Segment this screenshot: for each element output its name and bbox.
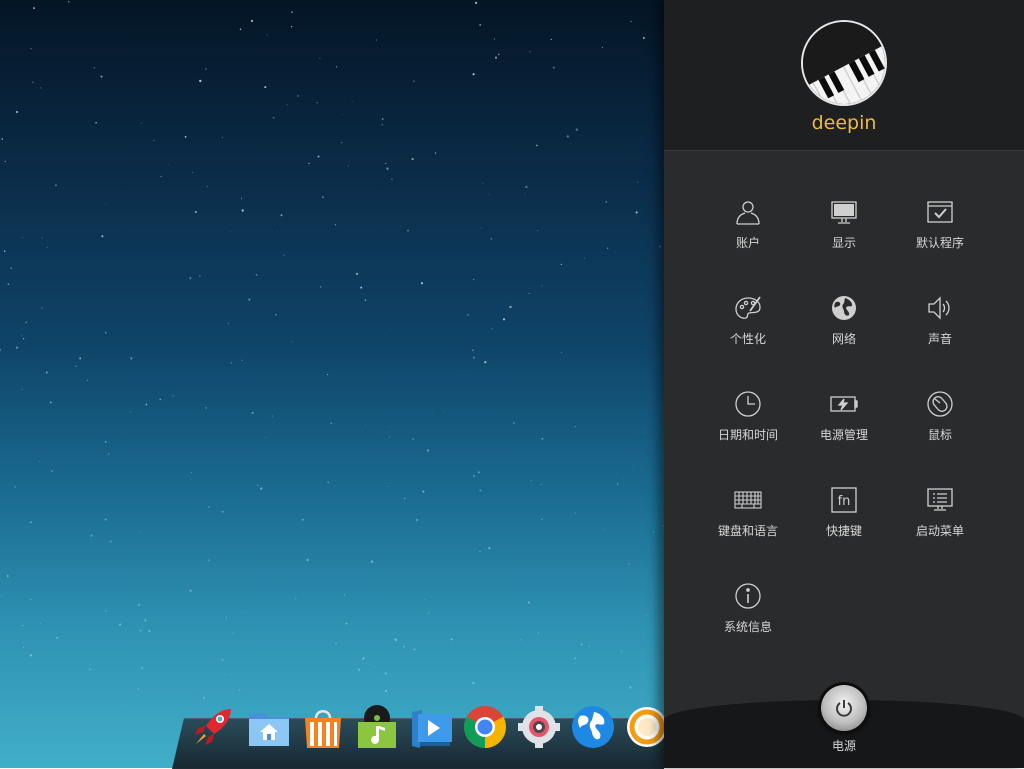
battery-icon — [830, 390, 858, 418]
module-label: 系统信息 — [723, 620, 772, 634]
keyboard-icon — [734, 486, 762, 514]
avatar[interactable] — [801, 20, 887, 106]
launcher-icon[interactable] — [190, 704, 236, 750]
desktop[interactable] — [0, 0, 664, 768]
user-header: deepin — [664, 0, 1024, 151]
module-label: 网络 — [831, 332, 856, 346]
browser-globe-icon[interactable] — [570, 704, 616, 750]
module-mouse[interactable]: 鼠标 — [892, 390, 988, 470]
module-boot-menu[interactable]: 启动菜单 — [892, 486, 988, 566]
module-power-management[interactable]: 电源管理 — [796, 390, 892, 470]
module-label: 启动菜单 — [915, 524, 964, 538]
module-label: 鼠标 — [927, 428, 952, 442]
module-label: 账户 — [735, 236, 760, 250]
user-icon — [734, 198, 762, 226]
module-keyboard-language[interactable]: 键盘和语言 — [700, 486, 796, 566]
module-display[interactable]: 显示 — [796, 198, 892, 278]
module-label: 默认程序 — [915, 236, 964, 250]
module-datetime[interactable]: 日期和时间 — [700, 390, 796, 470]
boot-menu-icon — [926, 486, 954, 514]
module-system-info[interactable]: 系统信息 — [700, 582, 796, 662]
speaker-icon — [926, 294, 954, 322]
software-store-icon[interactable] — [300, 704, 346, 750]
svg-text:fn: fn — [838, 494, 851, 509]
module-shortcuts[interactable]: fn 快捷键 — [796, 486, 892, 566]
module-label: 快捷键 — [825, 524, 862, 538]
module-network[interactable]: 网络 — [796, 294, 892, 374]
file-manager-icon[interactable] — [246, 704, 292, 750]
mouse-icon — [926, 390, 954, 418]
control-center-panel: deepin 账户 显示 默认程序 个性化 网络 声音 日期和时间 电源管理 鼠… — [664, 0, 1024, 768]
power-label: 电源 — [831, 739, 856, 753]
module-default-apps[interactable]: 默认程序 — [892, 198, 988, 278]
music-icon[interactable] — [354, 704, 400, 750]
username: deepin — [811, 112, 877, 134]
module-label: 日期和时间 — [717, 428, 778, 442]
video-player-icon[interactable] — [408, 704, 454, 750]
power-button[interactable] — [821, 685, 867, 731]
app-icon-partial[interactable] — [624, 704, 664, 750]
monitor-icon — [830, 198, 858, 226]
module-label: 个性化 — [729, 332, 766, 346]
module-label: 声音 — [927, 332, 952, 346]
module-label: 键盘和语言 — [717, 524, 778, 538]
module-account[interactable]: 账户 — [700, 198, 796, 278]
globe-icon — [830, 294, 858, 322]
chrome-icon[interactable] — [462, 704, 508, 750]
fn-key-icon: fn — [830, 486, 858, 514]
module-sound[interactable]: 声音 — [892, 294, 988, 374]
module-label: 电源管理 — [819, 428, 868, 442]
default-apps-icon — [926, 198, 954, 226]
settings-icon[interactable] — [516, 704, 562, 750]
clock-icon — [734, 390, 762, 418]
info-icon — [734, 582, 762, 610]
module-personalization[interactable]: 个性化 — [700, 294, 796, 374]
module-label: 显示 — [831, 236, 856, 250]
power-icon — [836, 700, 852, 717]
starfield-wallpaper — [0, 1, 664, 699]
palette-icon — [734, 294, 762, 322]
